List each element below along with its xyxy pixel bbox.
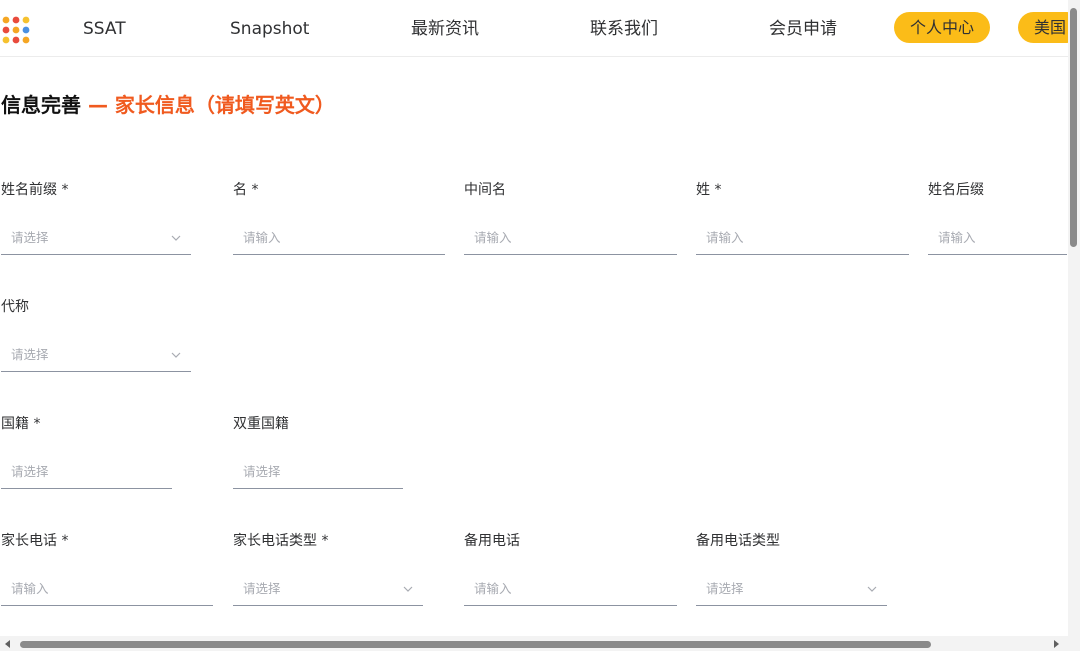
name-suffix-label: 姓名后缀 bbox=[928, 182, 984, 198]
nationality-label: 国籍 * bbox=[1, 416, 41, 432]
nav-contact-us[interactable]: 联系我们 bbox=[590, 17, 658, 41]
parent-phone-type-select[interactable]: 请选择 bbox=[233, 571, 423, 606]
viewport: SSAT Snapshot 最新资讯 联系我们 会员申请 个人中心 美国 信息完… bbox=[0, 0, 1080, 651]
vertical-scrollbar-thumb[interactable] bbox=[1070, 8, 1077, 247]
nav-membership-apply[interactable]: 会员申请 bbox=[769, 17, 837, 41]
dual-nationality-label: 双重国籍 bbox=[233, 416, 289, 432]
middle-name-field: 中间名 请输入 bbox=[464, 180, 677, 255]
chevron-down-icon bbox=[171, 352, 181, 358]
name-suffix-placeholder: 请输入 bbox=[938, 230, 976, 245]
nationality-select[interactable]: 请选择 bbox=[1, 454, 172, 489]
middle-name-label: 中间名 bbox=[464, 182, 506, 198]
pronoun-placeholder: 请选择 bbox=[11, 347, 49, 362]
logo-dot bbox=[22, 36, 30, 44]
horizontal-scrollbar-thumb[interactable] bbox=[20, 641, 931, 648]
parent-phone-type-label: 家长电话类型 * bbox=[233, 533, 329, 549]
name-suffix-field: 姓名后缀 请输入 bbox=[928, 180, 1067, 255]
chevron-down-icon bbox=[867, 586, 877, 592]
parent-phone-type-placeholder: 请选择 bbox=[243, 581, 281, 596]
scroll-right-arrow-icon[interactable] bbox=[1052, 640, 1060, 648]
backup-phone-type-label: 备用电话类型 bbox=[696, 533, 780, 549]
last-name-field: 姓 * 请输入 bbox=[696, 180, 909, 255]
backup-phone-input[interactable]: 请输入 bbox=[464, 571, 677, 606]
pronoun-label: 代称 bbox=[1, 299, 29, 315]
backup-phone-placeholder: 请输入 bbox=[474, 581, 512, 596]
top-navbar: SSAT Snapshot 最新资讯 联系我们 会员申请 个人中心 美国 bbox=[0, 0, 1080, 57]
scrollbar-corner bbox=[1068, 636, 1080, 651]
chevron-down-icon bbox=[171, 235, 181, 241]
logo-dot bbox=[2, 26, 10, 34]
logo-dot bbox=[2, 16, 10, 24]
last-name-label: 姓 * bbox=[696, 182, 722, 198]
backup-phone-label: 备用电话 bbox=[464, 533, 520, 549]
middle-name-input[interactable]: 请输入 bbox=[464, 220, 677, 255]
logo-dot bbox=[22, 26, 30, 34]
scroll-left-arrow-icon[interactable] bbox=[4, 640, 12, 648]
name-prefix-placeholder: 请选择 bbox=[11, 230, 49, 245]
first-name-placeholder: 请输入 bbox=[243, 230, 281, 245]
backup-phone-type-field: 备用电话类型 请选择 bbox=[696, 531, 887, 606]
pronoun-field: 代称 请选择 bbox=[1, 297, 191, 372]
page-title: 信息完善 — 家长信息（请填写英文） bbox=[1, 92, 335, 118]
name-prefix-field: 姓名前缀 * 请选择 bbox=[1, 180, 191, 255]
nav-snapshot[interactable]: Snapshot bbox=[230, 17, 309, 41]
pronoun-select[interactable]: 请选择 bbox=[1, 337, 191, 372]
last-name-placeholder: 请输入 bbox=[706, 230, 744, 245]
nationality-field: 国籍 * 请选择 bbox=[1, 414, 172, 489]
nationality-placeholder: 请选择 bbox=[11, 464, 49, 479]
page-title-main: 信息完善 bbox=[1, 93, 81, 117]
backup-phone-type-placeholder: 请选择 bbox=[706, 581, 744, 596]
parent-phone-placeholder: 请输入 bbox=[11, 581, 49, 596]
dual-nationality-placeholder: 请选择 bbox=[243, 464, 281, 479]
dual-nationality-select[interactable]: 请选择 bbox=[233, 454, 403, 489]
logo-icon[interactable] bbox=[2, 16, 30, 44]
backup-phone-type-select[interactable]: 请选择 bbox=[696, 571, 887, 606]
logo-dot bbox=[12, 26, 20, 34]
dual-nationality-field: 双重国籍 请选择 bbox=[233, 414, 403, 489]
backup-phone-field: 备用电话 请输入 bbox=[464, 531, 677, 606]
logo-dot bbox=[12, 36, 20, 44]
first-name-field: 名 * 请输入 bbox=[233, 180, 445, 255]
parent-phone-input[interactable]: 请输入 bbox=[1, 571, 213, 606]
middle-name-placeholder: 请输入 bbox=[474, 230, 512, 245]
parent-phone-type-field: 家长电话类型 * 请选择 bbox=[233, 531, 423, 606]
name-prefix-label: 姓名前缀 * bbox=[1, 182, 69, 198]
last-name-input[interactable]: 请输入 bbox=[696, 220, 909, 255]
first-name-input[interactable]: 请输入 bbox=[233, 220, 445, 255]
nav-ssat[interactable]: SSAT bbox=[83, 17, 126, 41]
parent-phone-label: 家长电话 * bbox=[1, 533, 69, 549]
logo-dot bbox=[22, 16, 30, 24]
personal-center-button[interactable]: 个人中心 bbox=[894, 12, 990, 43]
logo-dot bbox=[2, 36, 10, 44]
name-suffix-input[interactable]: 请输入 bbox=[928, 220, 1067, 255]
vertical-scrollbar[interactable] bbox=[1068, 0, 1080, 636]
parent-phone-field: 家长电话 * 请输入 bbox=[1, 531, 213, 606]
first-name-label: 名 * bbox=[233, 182, 259, 198]
horizontal-scrollbar[interactable] bbox=[0, 636, 1068, 651]
name-prefix-select[interactable]: 请选择 bbox=[1, 220, 191, 255]
chevron-down-icon bbox=[403, 586, 413, 592]
page-title-sub: — 家长信息（请填写英文） bbox=[81, 93, 335, 117]
logo-dot bbox=[12, 16, 20, 24]
nav-latest-news[interactable]: 最新资讯 bbox=[411, 17, 479, 41]
